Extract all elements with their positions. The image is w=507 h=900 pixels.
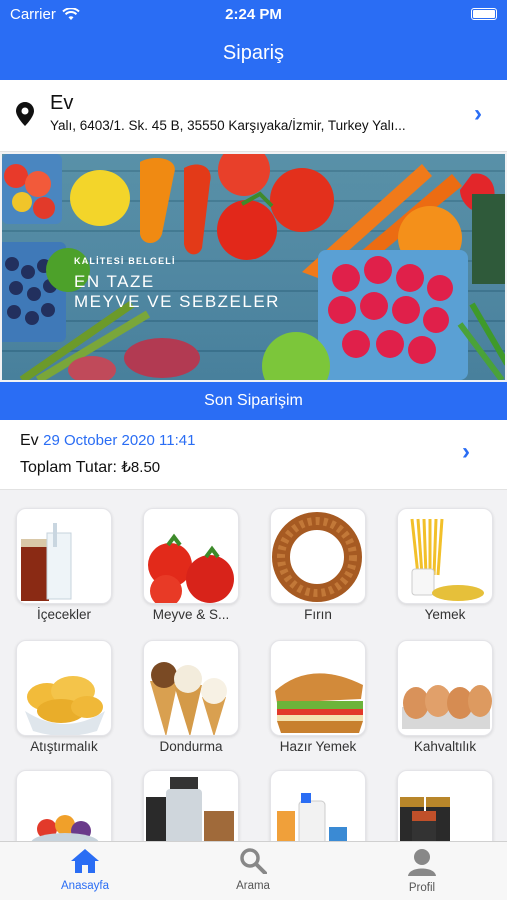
page-title: Sipariş [222, 42, 285, 64]
banner-headline-line1: EN TAZE [74, 272, 155, 291]
last-order-total: Toplam Tutar: ₺8.50 [20, 458, 160, 477]
category-label: Atıştırmalık [30, 739, 98, 754]
category-item[interactable]: Atıştırmalık [16, 640, 116, 754]
category-label: Meyve & S... [152, 607, 230, 622]
banner-produce-image [2, 154, 505, 380]
chevron-right-icon: › [462, 438, 470, 465]
category-tile[interactable] [397, 508, 493, 604]
status-bar: Carrier 2:24 PM [0, 0, 507, 28]
total-label: Toplam Tutar: [20, 459, 117, 476]
simit-icon [272, 512, 362, 602]
category-tile[interactable] [143, 508, 239, 604]
category-item[interactable]: Dondurma [143, 640, 243, 754]
chips-icon [25, 676, 105, 735]
category-item[interactable]: Hazır Yemek [270, 640, 370, 754]
tomatoes-icon [148, 533, 234, 603]
status-time: 2:24 PM [225, 6, 282, 23]
eggs-icon [402, 685, 492, 729]
category-item[interactable]: İçecekler [16, 508, 116, 622]
category-tile[interactable] [143, 640, 239, 736]
pasta-icon [410, 518, 484, 601]
drinks-icon [21, 523, 72, 601]
sandwich-icon [275, 673, 363, 733]
last-order-header: Son Siparişim [0, 382, 507, 420]
category-label: Kahvaltılık [413, 739, 477, 754]
promo-banner[interactable]: KALİTESİ BELGELİ EN TAZE MEYVE VE SEBZEL… [2, 154, 505, 380]
banner-badge: KALİTESİ BELGELİ [74, 256, 176, 266]
category-tile[interactable] [16, 640, 112, 736]
category-label: İçecekler [36, 607, 92, 622]
tab-search[interactable]: Arama [203, 848, 303, 892]
last-order-name: Ev [20, 432, 39, 449]
navigation-bar: Sipariş [0, 28, 507, 80]
last-order-row[interactable]: Ev 29 October 2020 11:41 Toplam Tutar: ₺… [0, 420, 507, 490]
tab-search-label: Arama [236, 880, 270, 892]
ice-cream-icon [150, 662, 227, 735]
tab-bar: Anasayfa Arama Profil [0, 841, 507, 900]
last-order-title: Ev 29 October 2020 11:41 [20, 432, 195, 450]
category-item[interactable]: Yemek [397, 508, 497, 622]
category-label: Fırın [304, 607, 332, 622]
address-text: Yalı, 6403/1. Sk. 45 B, 35550 Karşıyaka/… [50, 118, 406, 133]
category-label: Dondurma [159, 739, 223, 754]
total-value: ₺8.50 [121, 459, 161, 476]
tab-home-label: Anasayfa [61, 880, 109, 892]
category-label: Hazır Yemek [279, 739, 357, 754]
profile-icon [408, 849, 436, 876]
location-pin-icon [16, 102, 34, 126]
category-tile[interactable] [16, 508, 112, 604]
last-order-header-label: Son Siparişim [204, 392, 303, 409]
category-item[interactable]: Kahvaltılık [397, 640, 497, 754]
tab-profile-label: Profil [408, 882, 436, 894]
category-label: Yemek [424, 607, 466, 622]
battery-icon [471, 8, 497, 20]
chevron-right-icon: › [474, 100, 482, 127]
address-title: Ev [50, 92, 74, 114]
category-tile[interactable] [270, 508, 366, 604]
tab-profile[interactable]: Profil [372, 848, 472, 894]
search-icon [240, 848, 267, 875]
banner-headline-line2: MEYVE VE SEBZELER [74, 292, 280, 311]
category-tile[interactable] [270, 640, 366, 736]
category-item[interactable]: Meyve & S... [143, 508, 243, 622]
category-item[interactable]: Fırın [270, 508, 370, 622]
delivery-address-row[interactable]: Ev Yalı, 6403/1. Sk. 45 B, 35550 Karşıya… [0, 80, 507, 152]
category-tile[interactable] [397, 640, 493, 736]
last-order-date: 29 October 2020 11:41 [43, 432, 196, 449]
tab-home[interactable]: Anasayfa [35, 848, 135, 892]
home-icon [71, 849, 99, 873]
